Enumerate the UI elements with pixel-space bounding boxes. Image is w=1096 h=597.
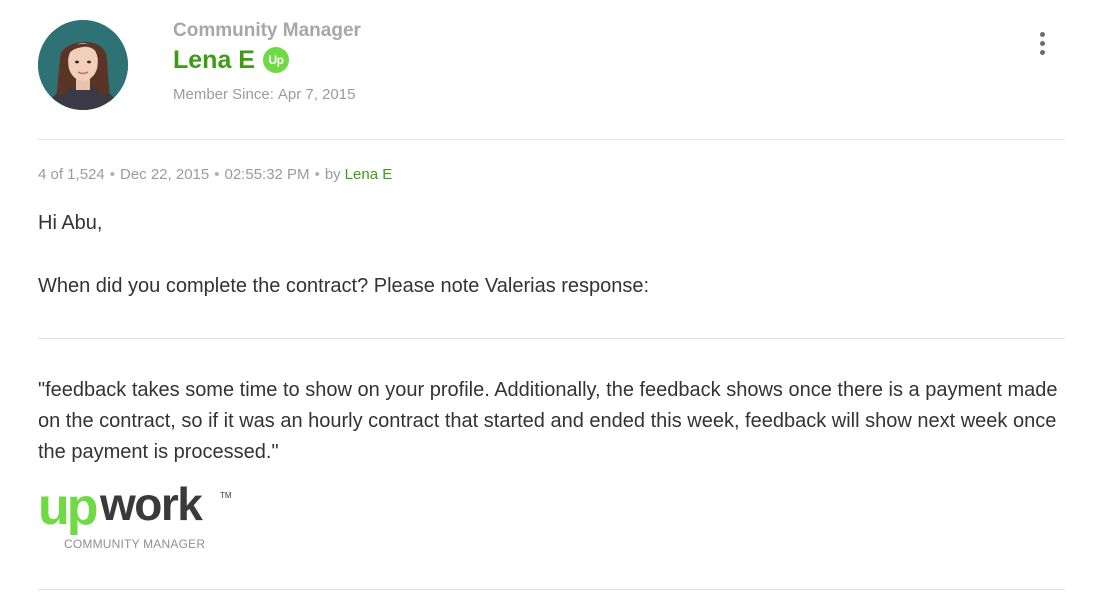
separator-dot: • — [314, 166, 320, 183]
quote-divider — [38, 338, 1065, 339]
options-menu-button[interactable] — [1030, 28, 1054, 58]
vertical-ellipsis-icon — [1039, 31, 1045, 37]
avatar[interactable] — [38, 20, 128, 110]
avatar-image — [38, 20, 128, 110]
upwork-logo: up work TM — [38, 476, 238, 536]
signature-caption: COMMUNITY MANAGER — [64, 537, 206, 551]
post-position[interactable]: 4 of 1,524 — [38, 166, 105, 183]
by-label: by — [324, 166, 341, 183]
post-date: Dec 22, 2015 — [120, 166, 210, 183]
post-meta: 4 of 1,524 • Dec 22, 2015 • 02:55:32 PM • by Le… — [38, 166, 392, 183]
forum-post: Community Manager Lena E Up Member Since… — [0, 0, 1096, 597]
author-rank: Community Manager — [173, 20, 361, 41]
divider — [38, 139, 1065, 140]
author-name-link[interactable]: Lena E — [173, 45, 255, 75]
member-since: Member Since: Apr 7, 2015 — [173, 86, 355, 103]
separator-dot: • — [109, 166, 115, 183]
post-time: 02:55:32 PM — [224, 166, 310, 183]
meta-author-link[interactable]: Lena E — [345, 166, 393, 183]
upwork-badge-icon: Up — [262, 47, 289, 73]
author-name-row: Lena E Up — [173, 45, 289, 75]
logo-work-text: work — [99, 478, 203, 530]
vertical-ellipsis-icon — [1039, 49, 1045, 55]
separator-dot: • — [214, 166, 220, 183]
member-since-date: Apr 7, 2015 — [277, 86, 356, 103]
logo-up-text: up — [38, 478, 97, 536]
logo-tm-text: TM — [220, 491, 232, 500]
member-since-label: Member Since: — [173, 86, 274, 103]
post-question: When did you complete the contract? Plea… — [38, 275, 650, 297]
vertical-ellipsis-icon — [1039, 40, 1045, 46]
bottom-divider — [38, 589, 1065, 590]
post-greeting: Hi Abu, — [38, 212, 103, 234]
quoted-response: "feedback takes some time to show on you… — [38, 379, 1058, 463]
